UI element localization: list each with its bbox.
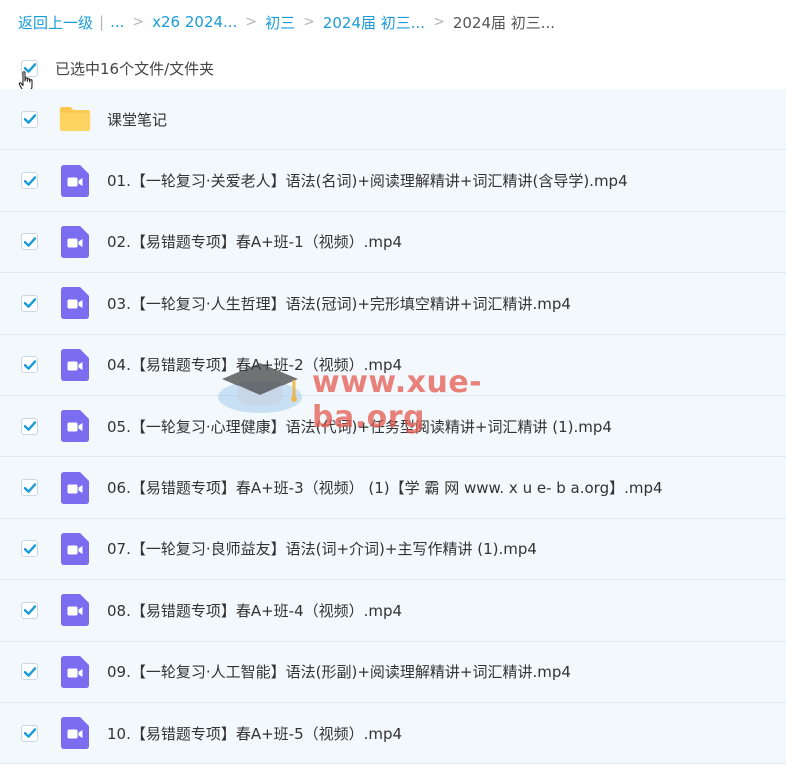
file-name[interactable]: 04.【易错题专项】春A+班-2（视频）.mp4 (107, 354, 402, 375)
file-name[interactable]: 08.【易错题专项】春A+班-4（视频）.mp4 (107, 600, 402, 621)
list-item[interactable]: 09.【一轮复习·人工智能】语法(形副)+阅读理解精讲+词汇精讲.mp4 (0, 641, 786, 703)
video-file-icon (57, 408, 93, 444)
list-item[interactable]: 课堂笔记 (0, 89, 786, 151)
video-file-icon (57, 654, 93, 690)
row-checkbox[interactable] (21, 663, 38, 681)
check-icon (23, 359, 36, 370)
list-item[interactable]: 04.【易错题专项】春A+班-2（视频）.mp4 (0, 334, 786, 396)
check-icon (23, 175, 36, 186)
row-checkbox[interactable] (21, 356, 38, 374)
list-item[interactable]: 06.【易错题专项】春A+班-3（视频） (1)【学 霸 网 www. x u … (0, 457, 786, 519)
file-name[interactable]: 02.【易错题专项】春A+班-1（视频）.mp4 (107, 231, 402, 252)
list-item[interactable]: 02.【易错题专项】春A+班-1（视频）.mp4 (0, 211, 786, 274)
row-checkbox[interactable] (21, 417, 38, 435)
row-checkbox[interactable] (21, 233, 38, 251)
check-icon (23, 298, 36, 309)
chevron-right-icon: > (245, 14, 258, 30)
check-icon (23, 237, 36, 247)
check-icon (23, 544, 36, 554)
video-file-icon (57, 592, 93, 628)
breadcrumb: 返回上一级 | ... > x26 2024... > 初三 > 2024届 初… (18, 10, 555, 34)
video-file-icon (57, 531, 93, 567)
video-file-icon (57, 715, 93, 751)
file-name[interactable]: 07.【一轮复习·良师益友】语法(词+介词)+主写作精讲 (1).mp4 (107, 538, 537, 559)
chevron-right-icon: > (132, 14, 145, 30)
file-list: 课堂笔记 01.【一轮复习·关爱老人】语法(名词)+阅读理解精讲+词汇精讲(含导… (0, 89, 786, 765)
list-item[interactable]: 01.【一轮复习·关爱老人】语法(名词)+阅读理解精讲+词汇精讲(含导学).mp… (0, 150, 786, 212)
row-checkbox[interactable] (21, 724, 38, 742)
folder-icon (57, 101, 93, 137)
row-checkbox[interactable] (21, 294, 38, 312)
chevron-right-icon: > (433, 14, 445, 30)
row-checkbox[interactable] (21, 110, 38, 128)
video-file-icon (57, 224, 93, 260)
file-name[interactable]: 06.【易错题专项】春A+班-3（视频） (1)【学 霸 网 www. x u … (107, 477, 663, 498)
check-icon (23, 666, 36, 677)
file-name[interactable]: 05.【一轮复习·心理健康】语法(代词)+任务型阅读精讲+词汇精讲 (1).mp… (107, 416, 612, 437)
file-name[interactable]: 10.【易错题专项】春A+班-5（视频）.mp4 (107, 723, 402, 744)
row-checkbox[interactable] (21, 601, 38, 619)
file-name[interactable]: 03.【一轮复习·人生哲理】语法(冠词)+完形填空精讲+词汇精讲.mp4 (107, 293, 571, 314)
video-file-icon (57, 347, 93, 383)
list-item[interactable]: 05.【一轮复习·心理健康】语法(代词)+任务型阅读精讲+词汇精讲 (1).mp… (0, 395, 786, 458)
breadcrumb-divider: | (99, 13, 105, 31)
check-icon (23, 728, 36, 738)
check-icon (23, 114, 36, 124)
check-icon (23, 421, 36, 431)
video-file-icon (57, 163, 93, 199)
breadcrumb-item-grade[interactable]: 初三 (265, 12, 295, 33)
breadcrumb-ellipsis[interactable]: ... (110, 13, 124, 31)
row-checkbox[interactable] (21, 540, 38, 558)
video-file-icon (57, 470, 93, 506)
row-checkbox[interactable] (21, 479, 38, 497)
check-icon (23, 482, 36, 493)
list-item[interactable]: 07.【一轮复习·良师益友】语法(词+介词)+主写作精讲 (1).mp4 (0, 518, 786, 581)
video-file-icon (57, 285, 93, 321)
check-icon (23, 605, 36, 616)
breadcrumb-item-class[interactable]: 2024届 初三... (323, 12, 425, 33)
selection-count-text: 已选中16个文件/文件夹 (55, 59, 215, 78)
file-name[interactable]: 课堂笔记 (107, 109, 167, 130)
file-name[interactable]: 09.【一轮复习·人工智能】语法(形副)+阅读理解精讲+词汇精讲.mp4 (107, 661, 571, 682)
back-link[interactable]: 返回上一级 (18, 12, 93, 33)
breadcrumb-current: 2024届 初三... (452, 13, 556, 32)
selection-bar: 已选中16个文件/文件夹 (0, 50, 786, 86)
breadcrumb-item-x26[interactable]: x26 2024... (152, 13, 237, 31)
list-item[interactable]: 10.【易错题专项】春A+班-5（视频）.mp4 (0, 702, 786, 765)
file-name[interactable]: 01.【一轮复习·关爱老人】语法(名词)+阅读理解精讲+词汇精讲(含导学).mp… (107, 170, 628, 191)
list-item[interactable]: 03.【一轮复习·人生哲理】语法(冠词)+完形填空精讲+词汇精讲.mp4 (0, 273, 786, 335)
chevron-right-icon: > (303, 14, 315, 30)
row-checkbox[interactable] (21, 172, 38, 190)
list-item[interactable]: 08.【易错题专项】春A+班-4（视频）.mp4 (0, 580, 786, 642)
